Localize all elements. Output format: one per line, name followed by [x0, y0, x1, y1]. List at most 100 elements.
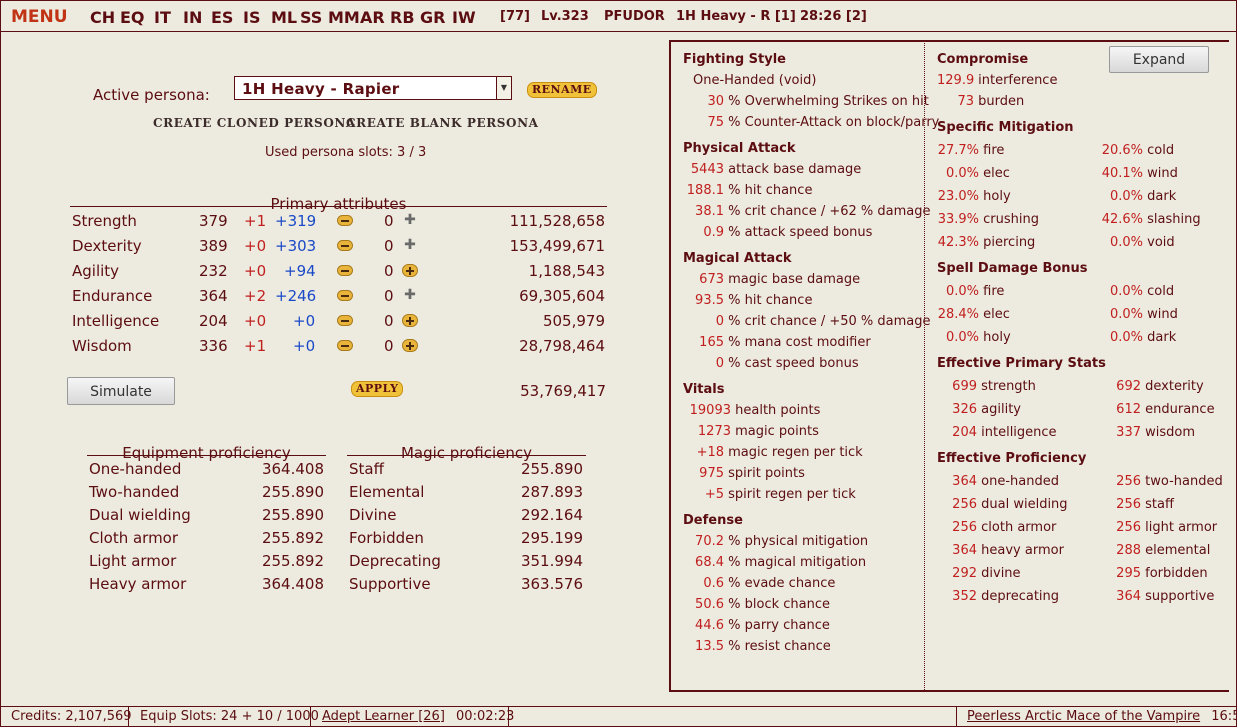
attribute-equip-bonus: +0: [293, 312, 316, 330]
stat-line: 0.9 % attack speed bonus: [683, 225, 872, 240]
stat-text: % Counter-Attack on block/parry: [728, 115, 940, 130]
stat-text: spirit regen per tick: [728, 487, 856, 502]
stat-text: % magical mitigation: [728, 555, 867, 570]
time-indicator: 28:26 [2]: [800, 9, 867, 24]
stat-number: 27.7%: [937, 143, 979, 158]
stat-number: 0.0%: [945, 330, 979, 345]
stat-number: 50.6: [695, 597, 724, 612]
stat-text: fire: [983, 284, 1005, 299]
nav-is[interactable]: IS: [243, 8, 260, 27]
nav-ar[interactable]: AR: [360, 8, 385, 27]
nav-mm[interactable]: MM: [328, 8, 360, 27]
stat-text: elemental: [1145, 543, 1211, 558]
attribute-bonus: +0: [244, 262, 267, 280]
stat-line: 75 % Counter-Attack on block/parry: [683, 115, 939, 130]
stat-text: magic regen per tick: [728, 445, 863, 460]
primary-attributes-title: Primary attributes: [270, 195, 407, 213]
stat-number: 0.0%: [1109, 189, 1143, 204]
attribute-base: 232: [199, 262, 228, 280]
rename-button[interactable]: RENAME: [527, 82, 597, 98]
increase-strength-button[interactable]: ✚: [403, 213, 417, 227]
attribute-equip-bonus: +319: [275, 212, 317, 230]
stat-number: 699: [952, 379, 977, 394]
menu-button[interactable]: MENU: [11, 7, 68, 27]
stat-number: 0.0%: [1109, 307, 1143, 322]
decrease-strength-button[interactable]: [337, 215, 353, 226]
decrease-dexterity-button[interactable]: [337, 240, 353, 251]
nav-rb[interactable]: RB: [390, 8, 415, 27]
stat-text: % crit chance / +62 % damage: [728, 204, 931, 219]
nav-ch[interactable]: CH: [90, 8, 115, 27]
stat-text: dexterity: [1145, 379, 1204, 394]
increase-wisdom-button[interactable]: [402, 339, 418, 352]
nav-it[interactable]: IT: [154, 8, 171, 27]
stat-number: 288: [1116, 543, 1141, 558]
proficiency-value: 287.893: [520, 483, 583, 501]
attribute-allocated: 0: [384, 337, 394, 355]
stat-text: two-handed: [1145, 474, 1223, 489]
decrease-intelligence-button[interactable]: [337, 315, 353, 326]
decrease-endurance-button[interactable]: [337, 290, 353, 301]
stat-line: 23.0% holy: [937, 189, 1011, 204]
stat-number: 42.3%: [937, 235, 979, 250]
attribute-name: Wisdom: [72, 337, 132, 355]
nav-iw[interactable]: IW: [452, 8, 476, 27]
attribute-exp-cost: 69,305,604: [519, 287, 605, 305]
compromise-title: Compromise: [937, 52, 1029, 67]
level-indicator: Lv.323: [541, 9, 589, 24]
stat-line: 50.6 % block chance: [683, 597, 830, 612]
decrease-agility-button[interactable]: [337, 265, 353, 276]
stat-number: 1273: [697, 424, 731, 439]
physical-attack-title: Physical Attack: [683, 141, 796, 156]
fighting-style-title: Fighting Style: [683, 52, 786, 67]
stat-line: 5443 attack base damage: [683, 162, 861, 177]
increase-endurance-button[interactable]: ✚: [403, 288, 417, 302]
proficiency-name: Light armor: [89, 552, 177, 570]
attribute-allocated: 0: [384, 212, 394, 230]
stat-number: 337: [1116, 425, 1141, 440]
decrease-wisdom-button[interactable]: [337, 340, 353, 351]
equip-slots-display: Equip Slots: 24 + 10 / 1000: [129, 707, 319, 727]
nav-es[interactable]: ES: [211, 8, 233, 27]
stat-number: 0.0%: [1109, 330, 1143, 345]
credits-display: Credits: 2,107,569: [0, 707, 132, 727]
stat-number: 256: [1116, 520, 1141, 535]
stat-line: 0.0% wind: [1101, 307, 1178, 322]
stat-number: 256: [1116, 497, 1141, 512]
attribute-name: Dexterity: [72, 237, 142, 255]
create-cloned-persona-button[interactable]: CREATE CLONED PERSONA: [153, 116, 356, 130]
attribute-name: Intelligence: [72, 312, 160, 330]
stat-number: 256: [952, 520, 977, 535]
stat-line: 256 two-handed: [1101, 474, 1223, 489]
expand-button[interactable]: Expand: [1109, 46, 1209, 73]
increase-dexterity-button[interactable]: ✚: [403, 238, 417, 252]
apply-button[interactable]: APPLY: [351, 381, 404, 397]
stat-line: 165 % mana cost modifier: [683, 335, 871, 350]
chevron-down-icon[interactable]: ▼: [496, 77, 511, 99]
stat-number: 0.0%: [1109, 235, 1143, 250]
persona-select[interactable]: 1H Heavy - Rapier ▼: [234, 76, 512, 100]
stat-text: wisdom: [1145, 425, 1196, 440]
vitals-title: Vitals: [683, 382, 725, 397]
stat-number: 692: [1116, 379, 1141, 394]
nav-ss[interactable]: SS: [300, 8, 322, 27]
nav-ml[interactable]: ML: [271, 8, 297, 27]
weapon-link[interactable]: Peerless Arctic Mace of the Vampire: [967, 709, 1200, 724]
stat-line: 337 wisdom: [1101, 425, 1195, 440]
stat-text: cold: [1147, 284, 1175, 299]
stat-text: spirit points: [728, 466, 805, 481]
nav-in[interactable]: IN: [183, 8, 202, 27]
primary-attributes-rule: [70, 206, 607, 207]
title-link[interactable]: Adept Learner [26]: [322, 709, 445, 724]
effective-primary-stats-title: Effective Primary Stats: [937, 356, 1106, 371]
simulate-button[interactable]: Simulate: [67, 377, 175, 405]
stat-text: void: [1147, 235, 1175, 250]
effective-proficiency-title: Effective Proficiency: [937, 451, 1087, 466]
stat-text: elec: [983, 166, 1010, 181]
stat-number: 204: [952, 425, 977, 440]
create-blank-persona-button[interactable]: CREATE BLANK PERSONA: [346, 116, 539, 130]
nav-eq[interactable]: EQ: [120, 8, 145, 27]
increase-intelligence-button[interactable]: [402, 314, 418, 327]
nav-gr[interactable]: GR: [420, 8, 445, 27]
increase-agility-button[interactable]: [402, 264, 418, 277]
